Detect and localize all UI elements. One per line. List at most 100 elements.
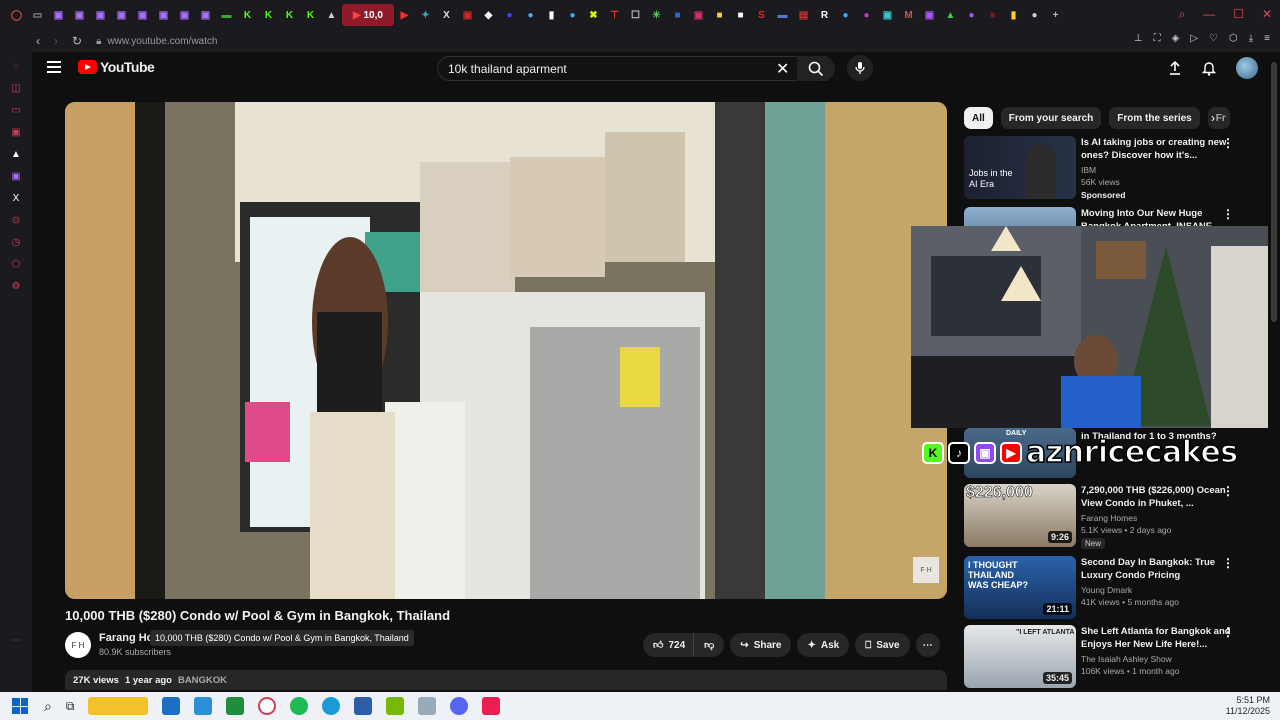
tab[interactable]: ■ [709,4,730,26]
easy-setup-icon[interactable]: ≡ [1264,33,1270,44]
twitch-tab-icon[interactable]: ▣ [153,4,174,26]
chevron-right-icon[interactable]: › [1211,111,1215,125]
app-icon[interactable] [194,697,213,715]
opera-icon[interactable] [258,697,277,715]
list-item[interactable]: Jobs in the AI Era Is AI taking jobs or … [964,136,1264,200]
chip-from-your-search[interactable]: From your search [1000,107,1102,129]
more-vertical-icon[interactable]: ⋮ [1222,625,1234,639]
list-item[interactable]: "I LEFT ATLANTA 35:45 She Left Atlanta f… [964,625,1264,689]
tab[interactable]: ● [835,4,856,26]
tiktok-icon[interactable] [482,697,501,715]
search-tabs-icon[interactable]: ⌕ [1178,7,1185,22]
reload-icon[interactable]: ↻ [72,34,82,48]
settings-icon[interactable]: ⚙ [9,280,23,294]
app-icon[interactable] [354,697,373,715]
forward-icon[interactable]: › [54,34,58,48]
tab[interactable]: ▭ [27,4,48,26]
tab[interactable]: ✖ [583,4,604,26]
list-item[interactable]: $226,000 9:26 7,290,000 THB ($226,000) O… [964,484,1264,549]
tab[interactable]: R [814,4,835,26]
discord-icon[interactable] [450,697,469,715]
messenger-icon[interactable]: ▣ [9,126,23,140]
twitch-tab-icon[interactable]: ▣ [69,4,90,26]
tab[interactable]: ▲ [940,4,961,26]
video-thumbnail[interactable]: $226,000 9:26 [964,484,1076,547]
player-icon[interactable]: ▷ [1190,33,1198,44]
twitch-tab-icon[interactable]: ▣ [111,4,132,26]
tab[interactable]: ▣ [457,4,478,26]
menu-icon[interactable] [47,61,61,73]
more-vertical-icon[interactable]: ⋮ [1222,556,1234,570]
maximize-icon[interactable]: ☐ [1233,7,1244,22]
description-box[interactable]: 27K views 1 year ago BANGKOK [65,670,947,690]
aria-icon[interactable]: ◌ [9,60,23,74]
app-icon[interactable] [162,697,181,715]
tab[interactable]: ● [1024,4,1045,26]
history-icon[interactable]: ◷ [9,236,23,250]
youtube-tab-icon[interactable]: ▶ [394,4,415,26]
pinboard-icon[interactable]: ⬠ [9,258,23,272]
video-thumbnail[interactable]: "I LEFT ATLANTA 35:45 [964,625,1076,688]
close-icon[interactable]: ✕ [1262,7,1272,22]
youtube-logo[interactable]: YouTube [78,59,155,75]
tab[interactable]: ▤ [793,4,814,26]
twitch-icon[interactable]: ▣ [9,170,23,184]
tab[interactable]: ▬ [772,4,793,26]
search-icon[interactable]: ⌕ [44,698,52,715]
tab[interactable]: ☐ [625,4,646,26]
more-icon[interactable]: ⋯ [9,634,23,648]
system-clock[interactable]: 5:51 PM 11/12/2025 [1226,695,1270,717]
tab[interactable]: ■ [982,4,1003,26]
more-actions-button[interactable]: ⋯ [915,633,940,657]
extensions-icon[interactable]: ⬡ [1229,33,1238,44]
twitch-tab-icon[interactable]: ▣ [90,4,111,26]
list-item[interactable]: I THOUGHT THAILAND WAS CHEAP? 21:11 Seco… [964,556,1264,620]
x-tab-icon[interactable]: X [436,4,457,26]
video-player[interactable]: F H [65,102,947,599]
tab[interactable]: ▬ [216,4,237,26]
tab[interactable]: ■ [730,4,751,26]
edge-icon[interactable] [322,697,341,715]
tab[interactable]: ● [562,4,583,26]
more-vertical-icon[interactable]: ⋮ [1222,207,1234,221]
app-icon[interactable] [418,697,437,715]
url-field[interactable]: 🔒︎ www.youtube.com/watch [96,36,217,47]
ask-button[interactable]: ✦ Ask [797,633,850,657]
page-scrollbar[interactable] [1268,52,1280,692]
app-icon[interactable] [88,697,149,715]
tab[interactable]: ● [856,4,877,26]
more-vertical-icon[interactable]: ⋮ [1222,136,1234,150]
heart-icon[interactable]: ♡ [1209,33,1218,44]
twitch-tab-icon[interactable]: ▣ [48,4,69,26]
video-thumbnail[interactable]: I THOUGHT THAILAND WAS CHEAP? 21:11 [964,556,1076,619]
tab[interactable]: M [898,4,919,26]
chip-from-the-series[interactable]: From the series [1109,107,1200,129]
more-vertical-icon[interactable]: ⋮ [1222,484,1234,498]
video-thumbnail[interactable]: Jobs in the AI Era [964,136,1076,199]
tab[interactable]: ▲ [321,4,342,26]
opera-logo-icon[interactable]: ◯ [6,4,27,26]
x-icon[interactable]: X [9,192,23,206]
minimize-icon[interactable]: — [1203,7,1215,22]
new-tab-icon[interactable]: + [1045,4,1066,26]
bag-icon[interactable]: ◫ [9,82,23,96]
tab[interactable]: ▣ [877,4,898,26]
tab[interactable]: ● [961,4,982,26]
player-icon[interactable]: ⊙ [9,214,23,228]
kick-tab-icon[interactable]: K [258,4,279,26]
twitch-tab-icon[interactable]: ▣ [195,4,216,26]
tab[interactable]: ▣ [688,4,709,26]
tab[interactable]: ■ [667,4,688,26]
pin-icon[interactable]: ⊥ [1134,33,1143,44]
twitch-tab-icon[interactable]: ▣ [132,4,153,26]
tab[interactable]: ✳ [646,4,667,26]
triangle-icon[interactable]: ▲ [9,148,23,162]
tab[interactable]: ✦ [415,4,436,26]
xbox-icon[interactable] [226,697,245,715]
kick-tab-icon[interactable]: K [237,4,258,26]
task-view-icon[interactable]: ⧉ [66,699,75,714]
kick-tab-icon[interactable]: K [279,4,300,26]
share-button[interactable]: ↪ Share [730,633,792,657]
channel-avatar[interactable]: F H [65,632,91,658]
back-icon[interactable]: ‹ [36,34,40,48]
